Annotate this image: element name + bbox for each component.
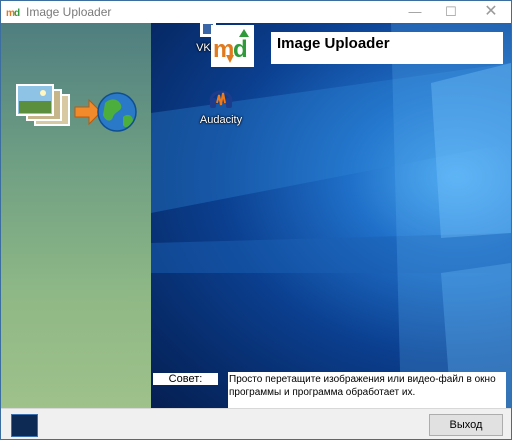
- desktop-icon-label: Audacity: [199, 114, 243, 126]
- close-button[interactable]: ✕: [473, 1, 509, 23]
- image-uploader-window: m d Image Uploader — ☐ ✕ VKM Audacity m …: [0, 0, 512, 440]
- md-logo-icon: m d: [211, 25, 254, 67]
- header: m d Image Uploader: [211, 25, 507, 67]
- upload-images-illustration-icon: [16, 84, 137, 132]
- title-bar[interactable]: m d Image Uploader — ☐ ✕: [1, 1, 511, 23]
- bottom-bar: Выход: [1, 408, 511, 439]
- minimize-button[interactable]: —: [397, 1, 433, 23]
- app-title: Image Uploader: [277, 35, 390, 52]
- side-panel: [1, 23, 151, 408]
- desktop-icon-audacity[interactable]: Audacity: [193, 83, 249, 126]
- hint-text: Просто перетащите изображения или видео-…: [228, 372, 506, 408]
- hint-label: Совет:: [153, 373, 218, 385]
- exit-button[interactable]: Выход: [429, 414, 503, 436]
- svg-text:d: d: [14, 8, 20, 18]
- app-logo-icon: m d: [6, 8, 20, 18]
- status-indicator: [11, 414, 38, 437]
- svg-text:d: d: [233, 36, 248, 63]
- window-title: Image Uploader: [26, 5, 112, 19]
- desktop-wallpaper: [151, 23, 511, 408]
- app-title-box: Image Uploader: [271, 32, 503, 64]
- audacity-icon: [209, 90, 233, 108]
- maximize-button[interactable]: ☐: [433, 1, 469, 23]
- desktop-background: VKM Audacity m d Image Uploader Совет: П…: [151, 23, 511, 408]
